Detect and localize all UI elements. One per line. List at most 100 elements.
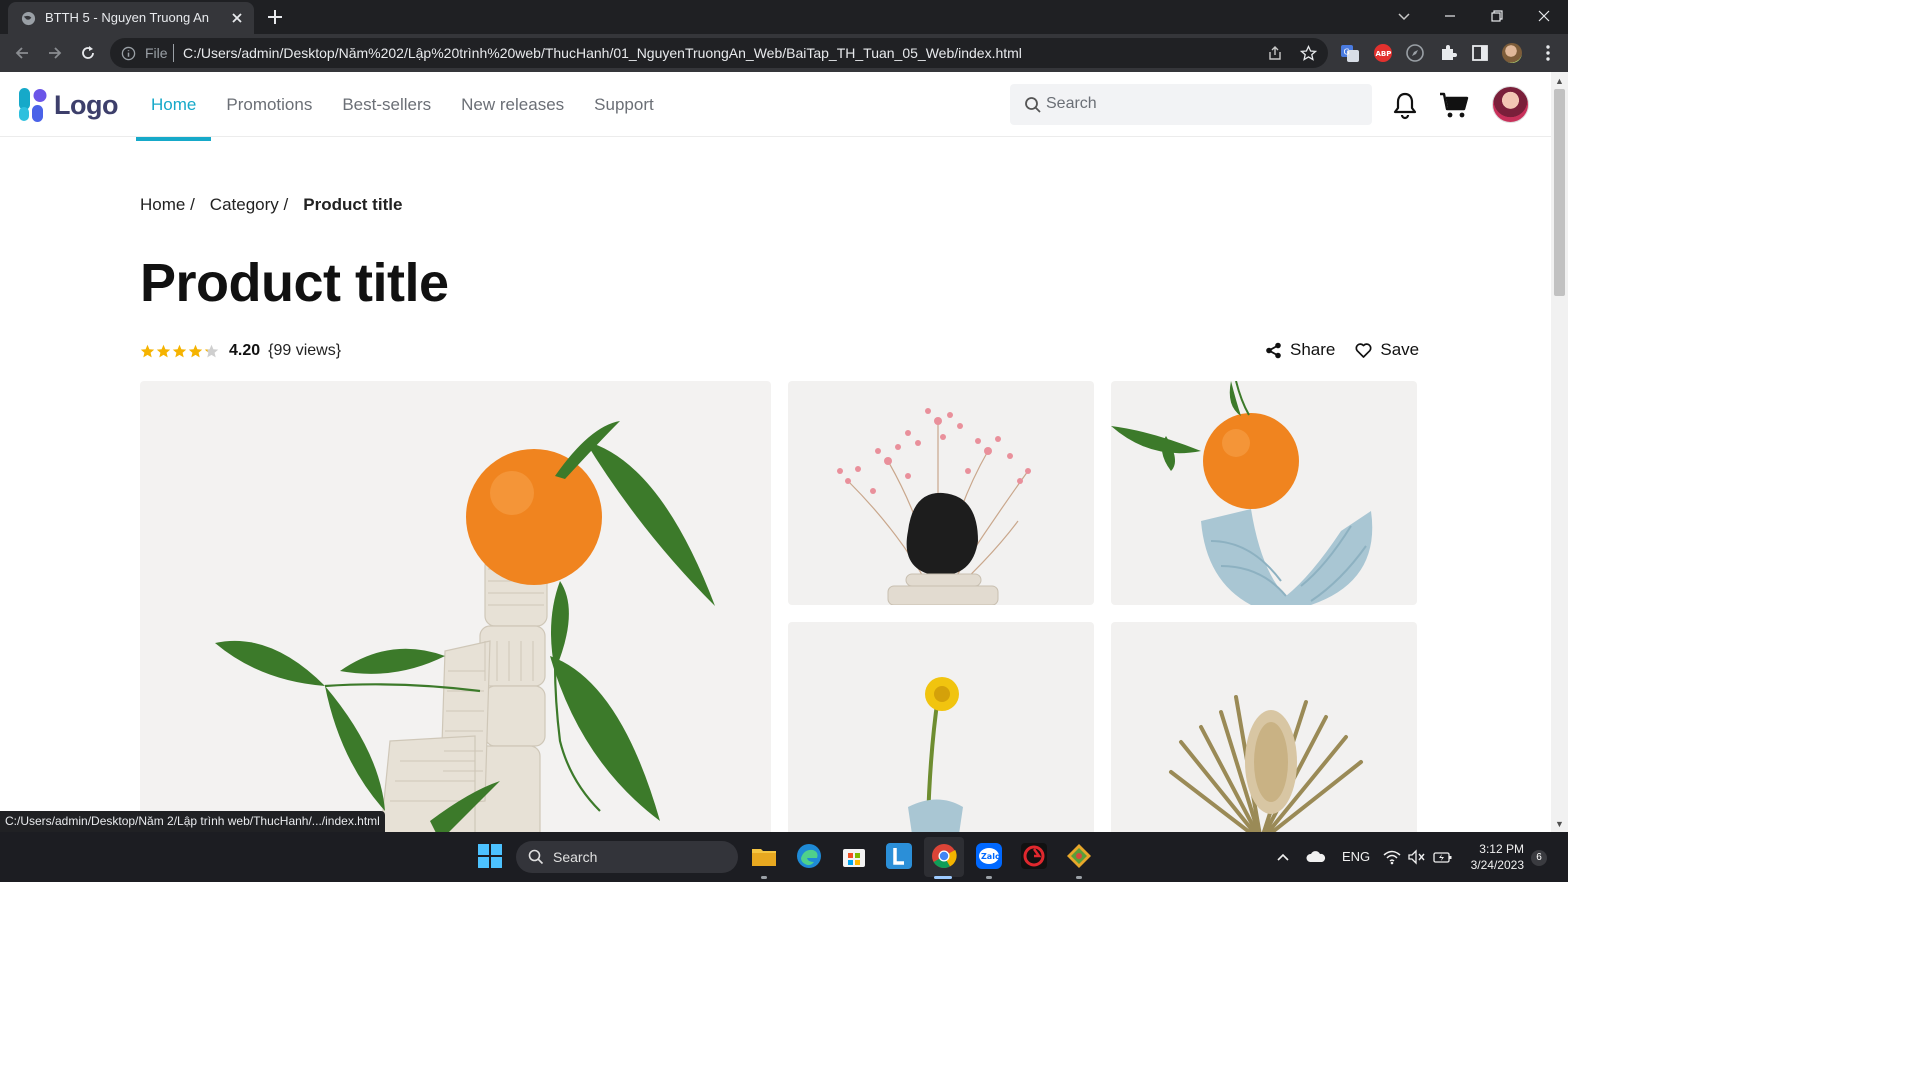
rating-stars [140,344,219,359]
taskbar-clock[interactable]: 3:12 PM 3/24/2023 [1466,841,1524,873]
address-scheme-label: File [145,45,168,61]
browser-toolbar: File C:/Users/admin/Desktop/Năm%202/Lập%… [0,34,1568,72]
yellow-flower-image[interactable] [788,622,1094,832]
reload-icon[interactable] [79,44,97,62]
search-input[interactable] [1046,92,1356,116]
edge-icon[interactable] [796,843,822,869]
pink-dried-flowers-image[interactable] [788,381,1094,605]
microsoft-store-icon[interactable] [841,843,867,869]
share-icon [1266,342,1281,358]
star-icon [172,344,187,357]
banksia-illustration [1169,695,1363,832]
product-actions: Share Save [1265,340,1419,360]
adblock-extension-icon[interactable]: ABP [1373,43,1393,63]
zalo-icon[interactable]: Zalo [976,843,1002,869]
taskbar-search-icon [528,849,544,865]
running-indicator [761,876,767,879]
tab-title: BTTH 5 - Nguyen Truong An [45,10,210,25]
share-button[interactable]: Share [1265,340,1335,360]
svg-text:ABP: ABP [1376,50,1392,58]
l-app-icon[interactable] [886,843,912,869]
breadcrumb-category[interactable]: Category / [210,195,288,215]
nav-promotions[interactable]: Promotions [211,72,327,137]
running-indicator [986,876,992,879]
search-box[interactable] [1010,84,1372,125]
site-logo[interactable]: Logo [19,88,118,122]
address-bar[interactable]: File C:/Users/admin/Desktop/Năm%202/Lập%… [110,38,1328,68]
orange-on-blue-vase-image[interactable] [1111,381,1417,605]
save-label: Save [1380,340,1420,359]
volume-muted-icon[interactable] [1408,849,1426,865]
new-tab-icon[interactable] [266,8,284,26]
taskbar-search[interactable]: Search [516,841,738,873]
page-viewport: Logo Home Promotions Best-sellers New re… [0,72,1551,832]
views-count: {99 views} [268,342,342,359]
bookmark-star-icon[interactable] [1300,45,1317,62]
tab-search-icon[interactable] [1395,7,1413,25]
breadcrumb: Home / Category / Product title [140,195,402,215]
close-window-icon[interactable] [1535,7,1553,25]
browser-tab[interactable]: BTTH 5 - Nguyen Truong An [8,2,254,34]
git-kraken-icon[interactable] [1066,843,1092,869]
logo-mark-icon [19,88,47,122]
share-label: Share [1290,340,1336,359]
page-title: Product title [140,253,449,313]
star-icon [156,344,171,357]
svg-text:G: G [1344,48,1350,57]
share-page-icon[interactable] [1267,45,1284,62]
pink-flowers-illustration [837,408,1031,605]
scrollbar-thumb[interactable] [1554,89,1565,296]
nav-best-sellers[interactable]: Best-sellers [327,72,446,137]
user-avatar[interactable] [1492,86,1529,123]
nav-home[interactable]: Home [136,72,212,141]
windows-taskbar: Search Zalo ENG 3:12 PM 3/24/2023 6 [0,832,1568,882]
address-url[interactable]: C:/Users/admin/Desktop/Năm%202/Lập%20trì… [183,45,1022,61]
nav-support[interactable]: Support [579,72,669,137]
file-explorer-icon[interactable] [751,843,777,869]
page-scrollbar[interactable]: ▲ ▼ [1551,72,1568,832]
orange-on-clay-sculpture-image[interactable] [140,381,771,832]
translate-extension-icon[interactable]: G [1340,43,1360,63]
compass-extension-icon[interactable] [1405,43,1425,63]
minimize-icon[interactable] [1441,7,1459,25]
bell-icon[interactable] [1390,90,1420,120]
nav-new-releases[interactable]: New releases [446,72,579,137]
running-indicator [1076,876,1082,879]
chrome-icon[interactable] [931,843,957,869]
browser-menu-icon[interactable] [1538,43,1558,63]
battery-icon[interactable] [1433,849,1453,865]
restore-icon[interactable] [1488,7,1506,25]
forward-icon[interactable] [46,44,64,62]
address-separator [173,44,174,62]
scroll-up-icon[interactable]: ▲ [1555,76,1564,86]
star-icon [204,344,219,357]
back-icon[interactable] [13,44,31,62]
profile-avatar[interactable] [1502,43,1522,63]
windows-start-icon[interactable] [477,843,503,869]
tray-chevron-icon[interactable] [1276,850,1290,864]
active-indicator [934,876,952,879]
site-info-icon[interactable] [121,46,136,61]
search-icon [1025,97,1041,113]
close-tab-icon[interactable] [230,11,244,25]
breadcrumb-home[interactable]: Home / [140,195,195,215]
onedrive-icon[interactable] [1306,849,1326,865]
side-panel-icon[interactable] [1470,43,1490,63]
browser-tab-strip: BTTH 5 - Nguyen Truong An [0,0,1568,34]
scroll-down-icon[interactable]: ▼ [1555,819,1564,829]
dried-banksia-image[interactable] [1111,622,1417,832]
cart-icon[interactable] [1439,90,1469,120]
wifi-icon[interactable] [1383,849,1401,865]
garena-icon[interactable] [1021,843,1047,869]
clock-date: 3/24/2023 [1470,858,1524,872]
site-header: Logo Home Promotions Best-sellers New re… [0,72,1551,141]
rating-row: 4.20 {99 views} [140,340,341,362]
notification-badge[interactable]: 6 [1531,850,1547,866]
breadcrumb-current: Product title [303,195,403,214]
language-indicator[interactable]: ENG [1342,849,1370,864]
link-status-bubble: C:/Users/admin/Desktop/Năm 2/Lập trình w… [0,811,385,832]
save-button[interactable]: Save [1355,340,1419,360]
extensions-puzzle-icon[interactable] [1438,43,1458,63]
star-icon [188,344,203,357]
orange-sculpture-illustration [215,421,715,832]
